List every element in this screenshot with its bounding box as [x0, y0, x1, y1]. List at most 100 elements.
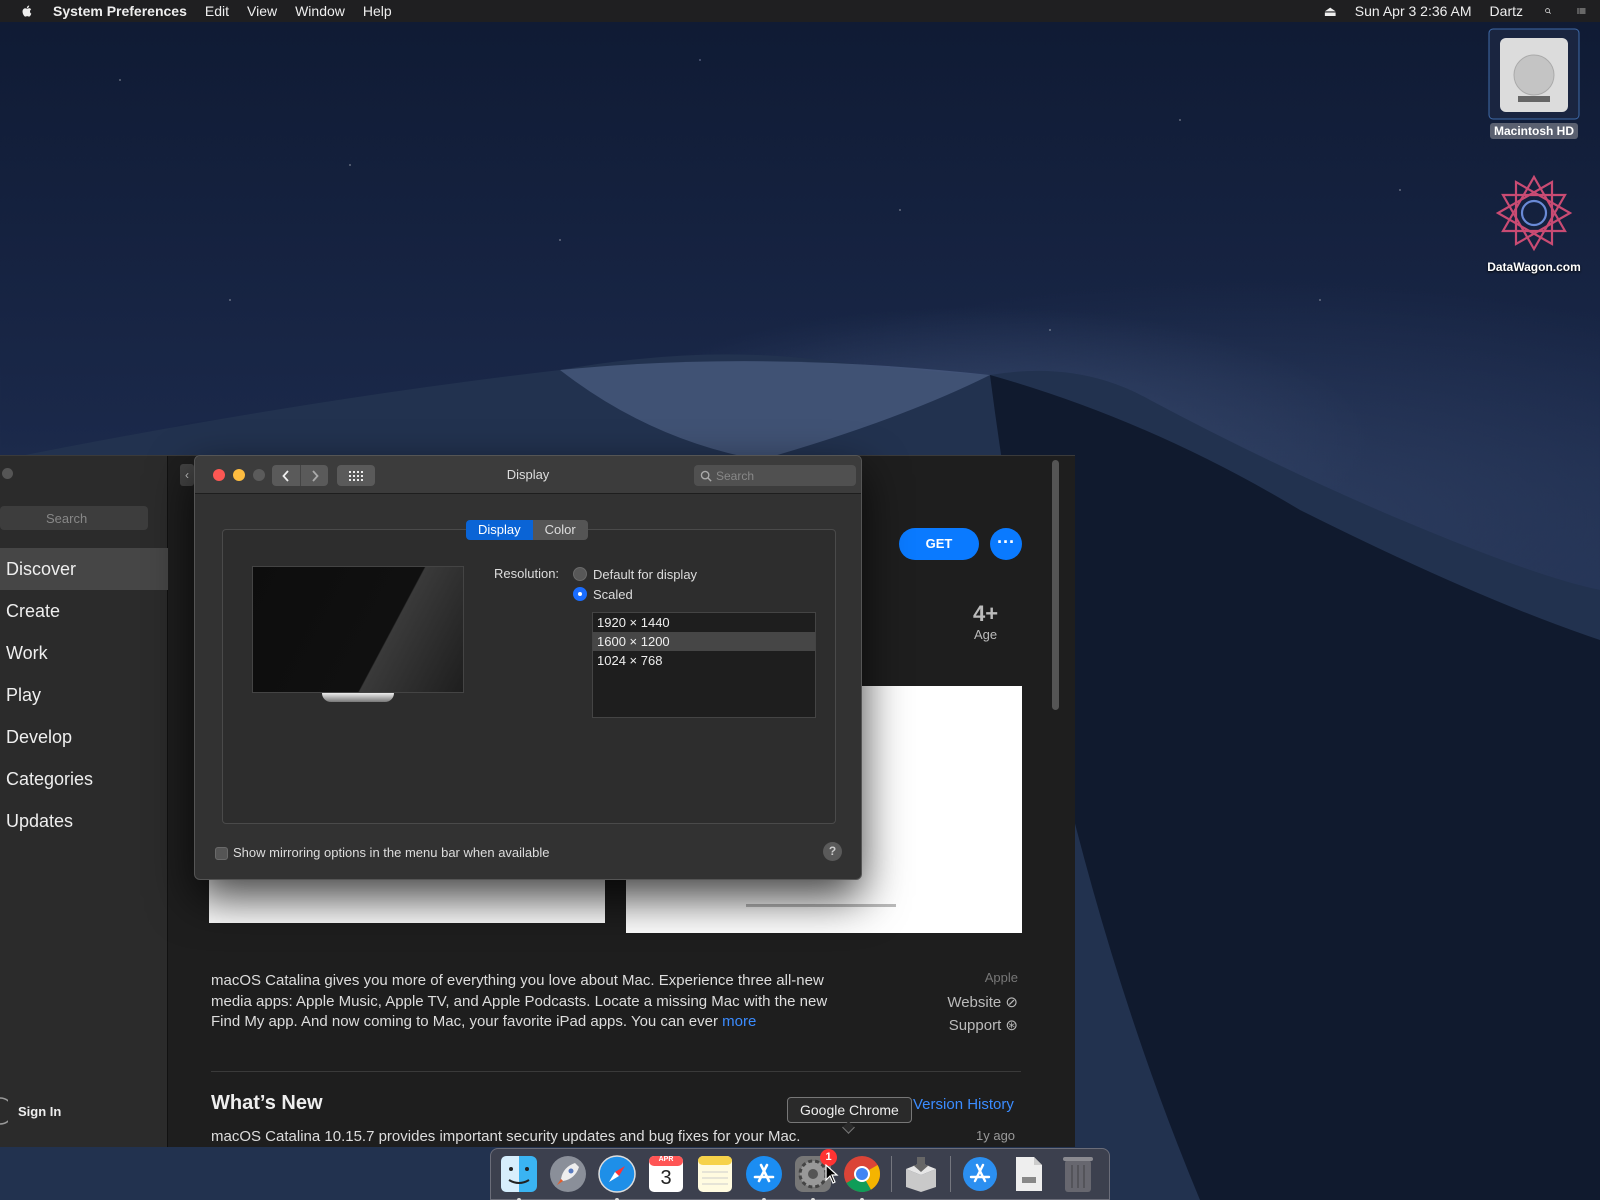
help-button[interactable]: ?: [823, 842, 842, 861]
desktop-icon-datawagon[interactable]: DataWagon.com: [1470, 170, 1598, 274]
menu-edit[interactable]: Edit: [196, 3, 238, 19]
whats-new-title: What’s New: [211, 1092, 323, 1114]
dock-safari[interactable]: [597, 1154, 637, 1200]
sign-in-button[interactable]: Sign In: [18, 1104, 61, 1119]
nav-discover[interactable]: Discover: [0, 548, 168, 590]
desktop-icon-label: DataWagon.com: [1487, 260, 1581, 274]
apple-logo-icon[interactable]: [20, 4, 34, 18]
tab-display[interactable]: Display: [466, 520, 533, 540]
dock-trash[interactable]: [1058, 1154, 1098, 1194]
resolution-option[interactable]: 1024 × 768: [593, 651, 815, 670]
app-description: macOS Catalina gives you more of everyth…: [211, 971, 831, 1033]
desktop-icon-label: Macintosh HD: [1489, 123, 1578, 139]
tab-color[interactable]: Color: [532, 520, 588, 540]
trash-icon: [1063, 1157, 1093, 1192]
menu-help[interactable]: Help: [354, 3, 401, 19]
radio-scaled[interactable]: [573, 587, 587, 601]
nav-play[interactable]: Play: [0, 674, 168, 716]
document-icon: [1016, 1157, 1042, 1191]
whats-new-text: macOS Catalina 10.15.7 provides importan…: [211, 1128, 801, 1145]
more-options-button[interactable]: ···: [990, 528, 1022, 560]
resolution-option-selected[interactable]: 1600 × 1200: [593, 632, 815, 651]
finder-icon: [501, 1156, 537, 1192]
search-placeholder: Search: [46, 510, 88, 526]
nav-work[interactable]: Work: [0, 632, 168, 674]
mirroring-label: Show mirroring options in the menu bar w…: [233, 845, 550, 860]
radio-default-label: Default for display: [593, 567, 698, 582]
age-rating: 4+ Age: [973, 601, 998, 642]
support-link[interactable]: Support ⊛: [938, 1016, 1018, 1034]
mouse-cursor-icon: [825, 1164, 839, 1184]
datawagon-logo-icon: [1495, 174, 1573, 252]
compass-icon: ⊘: [1005, 994, 1018, 1011]
website-label: Website: [947, 994, 1002, 1011]
nav-categories[interactable]: Categories: [0, 758, 168, 800]
age-rating-value: 4+: [973, 601, 999, 626]
app-store-nav: Discover Create Work Play Develop Catego…: [0, 548, 168, 842]
launchpad-rocket-icon: [550, 1156, 586, 1192]
monitor-stand: [322, 693, 394, 702]
monitor-image: [252, 566, 464, 693]
lifebuoy-icon: ⊛: [1005, 1017, 1018, 1034]
whats-new-date: 1y ago: [976, 1128, 1016, 1143]
dock-calendar[interactable]: APR 3: [646, 1154, 686, 1194]
dock-installer[interactable]: [901, 1154, 941, 1194]
dock-document[interactable]: [1009, 1154, 1049, 1194]
title-bar[interactable]: Display Search: [195, 456, 861, 494]
safari-compass-icon: [598, 1155, 636, 1193]
eject-icon[interactable]: ⏏: [1315, 3, 1346, 20]
app-store-folder-icon: [963, 1157, 997, 1191]
dock-google-chrome[interactable]: [842, 1154, 882, 1200]
dock-separator: [891, 1156, 892, 1192]
section-divider: [211, 1071, 1021, 1072]
scrollbar[interactable]: [1052, 460, 1059, 710]
dock-downloads-folder[interactable]: [960, 1154, 1000, 1194]
get-button[interactable]: GET: [899, 528, 979, 560]
dock-launchpad[interactable]: [548, 1154, 588, 1194]
developer-name: Apple: [984, 970, 1018, 985]
mirroring-checkbox[interactable]: [215, 847, 228, 860]
app-store-icon: [746, 1156, 782, 1192]
version-history-link[interactable]: Version History: [913, 1096, 1014, 1113]
nav-updates[interactable]: Updates: [0, 800, 168, 842]
display-tabs: Display Color: [466, 520, 588, 540]
dock-tooltip: Google Chrome: [787, 1097, 912, 1123]
more-link[interactable]: more: [722, 1013, 756, 1030]
menu-app-name[interactable]: System Preferences: [44, 3, 196, 19]
back-button[interactable]: ‹: [180, 464, 194, 486]
resolution-label: Resolution:: [494, 566, 560, 581]
window-button-dot[interactable]: [2, 468, 13, 479]
preferences-search-input[interactable]: Search: [694, 465, 856, 486]
calendar-day: 3: [660, 1167, 672, 1189]
desktop-icon-macintosh-hd[interactable]: Macintosh HD: [1482, 28, 1586, 139]
screenshot-caption: [746, 904, 896, 907]
app-store-sidebar: Search Discover Create Work Play Develop…: [0, 456, 168, 1147]
account-icon[interactable]: [0, 1097, 8, 1125]
radio-scaled-label: Scaled: [593, 587, 633, 602]
dock-notes[interactable]: [695, 1154, 735, 1194]
nav-create[interactable]: Create: [0, 590, 168, 632]
developer-info: Apple Website ⊘ Support ⊛: [938, 970, 1018, 1039]
chrome-icon: [844, 1156, 880, 1193]
app-store-search-input[interactable]: Search: [0, 506, 148, 576]
resolution-option[interactable]: 1920 × 1440: [593, 613, 815, 632]
hard-drive-icon: [1488, 28, 1580, 120]
menu-window[interactable]: Window: [286, 3, 354, 19]
spotlight-search-icon[interactable]: [1532, 4, 1564, 18]
dock-app-store[interactable]: [744, 1154, 784, 1200]
dock-finder[interactable]: [499, 1154, 539, 1200]
website-link[interactable]: Website ⊘: [938, 993, 1018, 1011]
resolution-list: 1920 × 1440 1600 × 1200 1024 × 768: [592, 612, 816, 718]
display-preferences-window: Display Search Display Color Resolution:…: [194, 455, 862, 880]
dock-separator: [950, 1156, 951, 1192]
menu-bar: System Preferences Edit View Window Help…: [0, 0, 1600, 22]
notification-center-icon[interactable]: [1564, 4, 1600, 18]
menu-view[interactable]: View: [238, 3, 286, 19]
nav-develop[interactable]: Develop: [0, 716, 168, 758]
dock: APR 3 1: [490, 1148, 1110, 1200]
notes-icon: [698, 1156, 732, 1192]
menu-user[interactable]: Dartz: [1481, 3, 1532, 19]
calendar-month: APR: [658, 1156, 674, 1163]
menu-clock[interactable]: Sun Apr 3 2:36 AM: [1346, 3, 1481, 19]
radio-default-for-display[interactable]: [573, 567, 587, 581]
